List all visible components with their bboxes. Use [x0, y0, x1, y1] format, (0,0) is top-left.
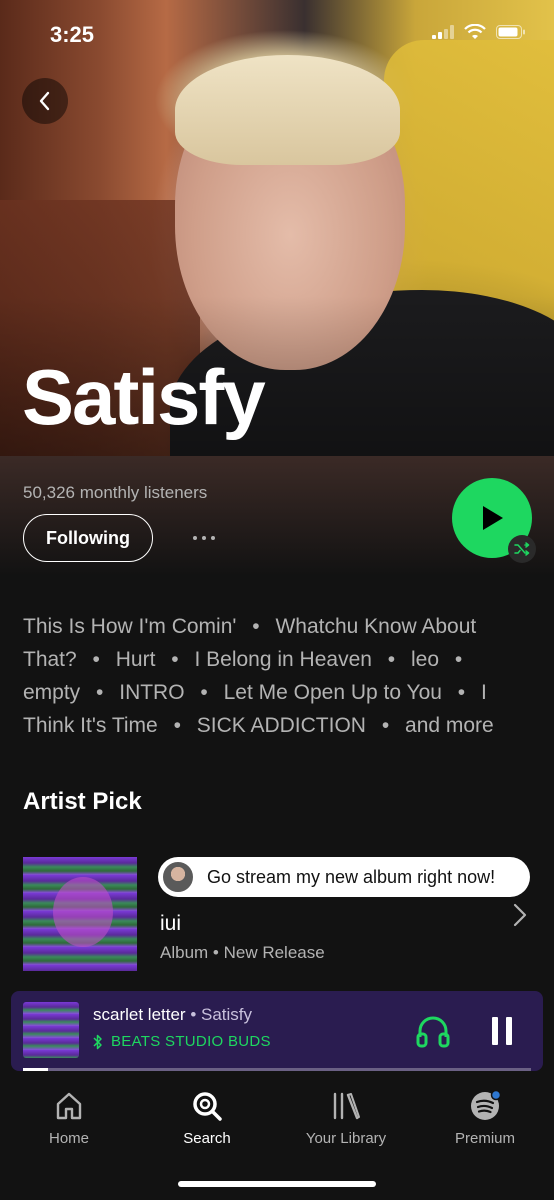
separator-dot: •: [454, 648, 463, 671]
nav-home[interactable]: Home: [0, 1090, 138, 1147]
separator-dot: •: [92, 648, 100, 671]
now-playing-bar[interactable]: scarlet letter • Satisfy BEATS STUDIO BU…: [11, 991, 543, 1071]
now-playing-art: [23, 1002, 79, 1058]
separator-dot: •: [171, 648, 179, 671]
track-title[interactable]: SICK ADDICTION: [197, 714, 366, 737]
back-button[interactable]: [22, 78, 68, 124]
play-icon: [483, 506, 503, 530]
more-dot-icon: [211, 536, 215, 540]
now-playing-artist: Satisfy: [201, 1005, 253, 1024]
now-playing-separator: •: [185, 1005, 201, 1024]
status-icons: [432, 24, 526, 40]
popular-tracks-summary: This Is How I'm Comin' • Whatchu Know Ab…: [23, 610, 533, 742]
track-title[interactable]: INTRO: [119, 681, 184, 704]
playback-progress-fill: [23, 1068, 49, 1071]
battery-icon: [496, 25, 525, 39]
track-title[interactable]: Hurt: [116, 648, 156, 671]
shuffle-icon: [514, 542, 530, 556]
chevron-left-icon: [39, 91, 50, 111]
nav-search[interactable]: Search: [138, 1090, 276, 1147]
track-title[interactable]: I Belong in Heaven: [194, 648, 371, 671]
spotify-icon: [471, 1090, 501, 1120]
device-name: BEATS STUDIO BUDS: [111, 1033, 271, 1050]
following-button[interactable]: Following: [23, 514, 153, 562]
nav-label: Premium: [454, 1130, 515, 1147]
library-icon: [333, 1092, 360, 1120]
bottom-navigation: Home Search Your Library Premium: [0, 1076, 554, 1200]
separator-dot: •: [173, 714, 181, 737]
connected-device[interactable]: BEATS STUDIO BUDS: [93, 1033, 271, 1050]
pause-icon: [506, 1017, 512, 1045]
home-indicator[interactable]: [178, 1181, 376, 1187]
status-bar: 3:25: [0, 0, 554, 60]
track-title[interactable]: Let Me Open Up to You: [224, 681, 442, 704]
playback-progress-bar[interactable]: [23, 1068, 531, 1071]
nav-your-library[interactable]: Your Library: [277, 1090, 415, 1147]
separator-dot: •: [96, 681, 104, 704]
bluetooth-icon: [93, 1034, 102, 1049]
separator-dot: •: [457, 681, 466, 704]
more-dot-icon: [193, 536, 197, 540]
comment-text: Go stream my new album right now!: [207, 866, 496, 887]
monthly-listeners: 50,326 monthly listeners: [23, 483, 208, 502]
home-icon: [56, 1092, 82, 1120]
more-dot-icon: [202, 536, 206, 540]
more-options-button[interactable]: [184, 526, 224, 550]
nav-premium[interactable]: Premium: [416, 1090, 554, 1147]
wifi-icon: [464, 24, 486, 39]
avatar: [161, 860, 195, 894]
separator-dot: •: [252, 615, 260, 638]
search-icon: [193, 1092, 222, 1121]
now-playing-track: scarlet letter: [93, 1005, 186, 1024]
artist-pick-heading: Artist Pick: [23, 788, 142, 815]
album-art[interactable]: [23, 857, 137, 971]
track-title[interactable]: empty: [23, 681, 80, 704]
artist-pick-subtitle: Album • New Release: [160, 943, 325, 962]
track-title[interactable]: leo: [411, 648, 439, 671]
separator-dot: •: [200, 681, 208, 704]
track-title[interactable]: This Is How I'm Comin': [23, 615, 236, 638]
separator-dot: •: [381, 714, 390, 737]
more-tracks-link[interactable]: and more: [405, 714, 494, 737]
separator-dot: •: [387, 648, 396, 671]
artist-pick-title[interactable]: iui: [160, 912, 181, 936]
shuffle-badge[interactable]: [508, 535, 536, 563]
chevron-right-icon[interactable]: [510, 902, 530, 928]
signal-icon: [432, 25, 454, 39]
status-time: 3:25: [50, 22, 95, 47]
now-playing-title: scarlet letter • Satisfy: [93, 1005, 252, 1025]
headphones-icon[interactable]: [415, 1013, 451, 1049]
artist-pick-comment: Go stream my new album right now!: [158, 857, 530, 897]
nav-label: Search: [183, 1130, 231, 1147]
nav-label: Your Library: [305, 1130, 387, 1147]
pause-icon: [492, 1017, 498, 1045]
artist-name: Satisfy: [22, 353, 266, 441]
nav-label: Home: [48, 1130, 89, 1147]
pause-button[interactable]: [489, 1017, 515, 1045]
